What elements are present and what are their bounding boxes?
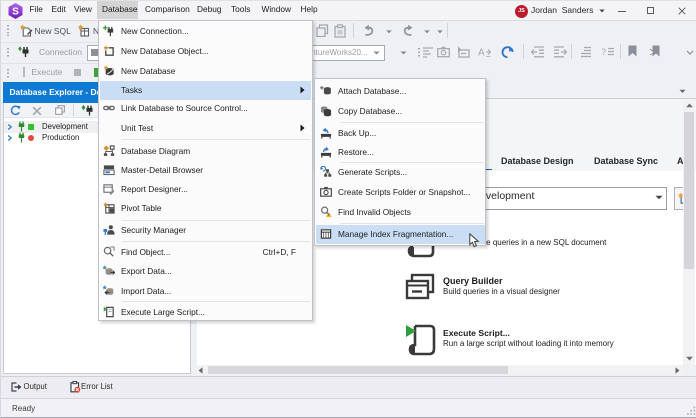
svg-text:?: ? — [602, 47, 606, 57]
svg-text:A: A — [478, 48, 485, 59]
svg-text:S: S — [12, 7, 19, 18]
